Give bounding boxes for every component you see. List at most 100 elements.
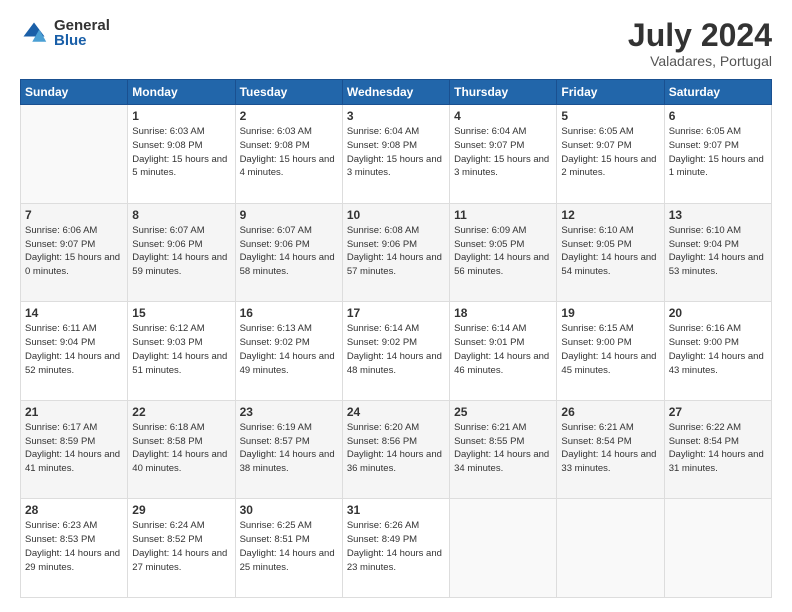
- day-info: Sunrise: 6:08 AM Sunset: 9:06 PM Dayligh…: [347, 224, 445, 279]
- day-number: 29: [132, 503, 230, 517]
- logo-blue-text: Blue: [54, 33, 110, 48]
- day-cell: 6 Sunrise: 6:05 AM Sunset: 9:07 PM Daylig…: [664, 105, 771, 204]
- day-cell: 2Sunrise: 6:03 AM Sunset: 9:08 PM Daylig…: [235, 105, 342, 204]
- day-info: Sunrise: 6:21 AM Sunset: 8:55 PM Dayligh…: [454, 421, 552, 476]
- logo: General Blue: [20, 18, 110, 48]
- day-number: 22: [132, 405, 230, 419]
- day-info: Sunrise: 6:07 AM Sunset: 9:06 PM Dayligh…: [132, 224, 230, 279]
- day-info: Sunrise: 6:05 AM Sunset: 9:07 PM Dayligh…: [561, 125, 659, 180]
- day-number: 12: [561, 208, 659, 222]
- day-number: 27: [669, 405, 767, 419]
- day-info: Sunrise: 6:10 AM Sunset: 9:05 PM Dayligh…: [561, 224, 659, 279]
- day-info: Sunrise: 6:07 AM Sunset: 9:06 PM Dayligh…: [240, 224, 338, 279]
- day-number: 19: [561, 306, 659, 320]
- day-info: Sunrise: 6:16 AM Sunset: 9:00 PM Dayligh…: [669, 322, 767, 377]
- day-info: Sunrise: 6:04 AM Sunset: 9:08 PM Dayligh…: [347, 125, 445, 180]
- day-info: Sunrise: 6:12 AM Sunset: 9:03 PM Dayligh…: [132, 322, 230, 377]
- day-cell: 23Sunrise: 6:19 AM Sunset: 8:57 PM Dayli…: [235, 400, 342, 499]
- day-info: Sunrise: 6:13 AM Sunset: 9:02 PM Dayligh…: [240, 322, 338, 377]
- day-info: Sunrise: 6:25 AM Sunset: 8:51 PM Dayligh…: [240, 519, 338, 574]
- week-row-1: 1Sunrise: 6:03 AM Sunset: 9:08 PM Daylig…: [21, 105, 772, 204]
- day-info: Sunrise: 6:10 AM Sunset: 9:04 PM Dayligh…: [669, 224, 767, 279]
- main-title: July 2024: [628, 18, 772, 53]
- day-info: Sunrise: 6:23 AM Sunset: 8:53 PM Dayligh…: [25, 519, 123, 574]
- day-cell: 10 Sunrise: 6:08 AM Sunset: 9:06 PM Dayli…: [342, 203, 449, 302]
- day-cell: 9 Sunrise: 6:07 AM Sunset: 9:06 PM Daylig…: [235, 203, 342, 302]
- day-number: 21: [25, 405, 123, 419]
- day-number: 4: [454, 109, 552, 123]
- col-friday: Friday: [557, 80, 664, 105]
- day-number: 1: [132, 109, 230, 123]
- calendar-table: Sunday Monday Tuesday Wednesday Thursday…: [20, 79, 772, 598]
- day-info: Sunrise: 6:14 AM Sunset: 9:02 PM Dayligh…: [347, 322, 445, 377]
- col-wednesday: Wednesday: [342, 80, 449, 105]
- day-cell: [21, 105, 128, 204]
- header: General Blue July 2024 Valadares, Portug…: [20, 18, 772, 69]
- day-info: Sunrise: 6:04 AM Sunset: 9:07 PM Dayligh…: [454, 125, 552, 180]
- day-cell: 1Sunrise: 6:03 AM Sunset: 9:08 PM Daylig…: [128, 105, 235, 204]
- day-number: 13: [669, 208, 767, 222]
- day-number: 5: [561, 109, 659, 123]
- day-info: Sunrise: 6:24 AM Sunset: 8:52 PM Dayligh…: [132, 519, 230, 574]
- day-number: 11: [454, 208, 552, 222]
- logo-general-text: General: [54, 18, 110, 33]
- day-number: 31: [347, 503, 445, 517]
- day-cell: 26Sunrise: 6:21 AM Sunset: 8:54 PM Dayli…: [557, 400, 664, 499]
- day-number: 23: [240, 405, 338, 419]
- day-cell: 29 Sunrise: 6:24 AM Sunset: 8:52 PM Dayli…: [128, 499, 235, 598]
- day-number: 9: [240, 208, 338, 222]
- col-sunday: Sunday: [21, 80, 128, 105]
- day-cell: 25 Sunrise: 6:21 AM Sunset: 8:55 PM Dayli…: [450, 400, 557, 499]
- day-info: Sunrise: 6:14 AM Sunset: 9:01 PM Dayligh…: [454, 322, 552, 377]
- day-number: 14: [25, 306, 123, 320]
- day-cell: [557, 499, 664, 598]
- day-cell: 31 Sunrise: 6:26 AM Sunset: 8:49 PM Dayli…: [342, 499, 449, 598]
- day-info: Sunrise: 6:21 AM Sunset: 8:54 PM Dayligh…: [561, 421, 659, 476]
- day-info: Sunrise: 6:11 AM Sunset: 9:04 PM Dayligh…: [25, 322, 123, 377]
- header-row: Sunday Monday Tuesday Wednesday Thursday…: [21, 80, 772, 105]
- day-cell: 17Sunrise: 6:14 AM Sunset: 9:02 PM Dayli…: [342, 302, 449, 401]
- day-number: 15: [132, 306, 230, 320]
- day-cell: 20 Sunrise: 6:16 AM Sunset: 9:00 PM Dayli…: [664, 302, 771, 401]
- day-number: 3: [347, 109, 445, 123]
- day-cell: 15 Sunrise: 6:12 AM Sunset: 9:03 PM Dayli…: [128, 302, 235, 401]
- week-row-5: 28 Sunrise: 6:23 AM Sunset: 8:53 PM Dayli…: [21, 499, 772, 598]
- day-number: 25: [454, 405, 552, 419]
- day-cell: 4 Sunrise: 6:04 AM Sunset: 9:07 PM Daylig…: [450, 105, 557, 204]
- day-cell: 21Sunrise: 6:17 AM Sunset: 8:59 PM Dayli…: [21, 400, 128, 499]
- day-cell: 7Sunrise: 6:06 AM Sunset: 9:07 PM Daylig…: [21, 203, 128, 302]
- day-number: 6: [669, 109, 767, 123]
- day-number: 7: [25, 208, 123, 222]
- day-info: Sunrise: 6:18 AM Sunset: 8:58 PM Dayligh…: [132, 421, 230, 476]
- day-cell: 28 Sunrise: 6:23 AM Sunset: 8:53 PM Dayli…: [21, 499, 128, 598]
- day-cell: 19Sunrise: 6:15 AM Sunset: 9:00 PM Dayli…: [557, 302, 664, 401]
- day-cell: 27 Sunrise: 6:22 AM Sunset: 8:54 PM Dayli…: [664, 400, 771, 499]
- day-cell: 24 Sunrise: 6:20 AM Sunset: 8:56 PM Dayli…: [342, 400, 449, 499]
- day-number: 20: [669, 306, 767, 320]
- day-number: 10: [347, 208, 445, 222]
- day-cell: 18Sunrise: 6:14 AM Sunset: 9:01 PM Dayli…: [450, 302, 557, 401]
- day-number: 2: [240, 109, 338, 123]
- col-thursday: Thursday: [450, 80, 557, 105]
- day-cell: 8 Sunrise: 6:07 AM Sunset: 9:06 PM Daylig…: [128, 203, 235, 302]
- day-cell: 16Sunrise: 6:13 AM Sunset: 9:02 PM Dayli…: [235, 302, 342, 401]
- day-number: 24: [347, 405, 445, 419]
- day-info: Sunrise: 6:09 AM Sunset: 9:05 PM Dayligh…: [454, 224, 552, 279]
- day-number: 8: [132, 208, 230, 222]
- day-info: Sunrise: 6:20 AM Sunset: 8:56 PM Dayligh…: [347, 421, 445, 476]
- subtitle: Valadares, Portugal: [628, 53, 772, 69]
- day-info: Sunrise: 6:05 AM Sunset: 9:07 PM Dayligh…: [669, 125, 767, 180]
- day-cell: [450, 499, 557, 598]
- col-monday: Monday: [128, 80, 235, 105]
- day-cell: [664, 499, 771, 598]
- week-row-4: 21Sunrise: 6:17 AM Sunset: 8:59 PM Dayli…: [21, 400, 772, 499]
- week-row-3: 14 Sunrise: 6:11 AM Sunset: 9:04 PM Dayli…: [21, 302, 772, 401]
- day-cell: 11 Sunrise: 6:09 AM Sunset: 9:05 PM Dayli…: [450, 203, 557, 302]
- day-cell: 22 Sunrise: 6:18 AM Sunset: 8:58 PM Dayli…: [128, 400, 235, 499]
- day-info: Sunrise: 6:26 AM Sunset: 8:49 PM Dayligh…: [347, 519, 445, 574]
- day-info: Sunrise: 6:22 AM Sunset: 8:54 PM Dayligh…: [669, 421, 767, 476]
- logo-icon: [20, 19, 48, 47]
- day-number: 28: [25, 503, 123, 517]
- day-cell: 3 Sunrise: 6:04 AM Sunset: 9:08 PM Daylig…: [342, 105, 449, 204]
- logo-text: General Blue: [54, 18, 110, 48]
